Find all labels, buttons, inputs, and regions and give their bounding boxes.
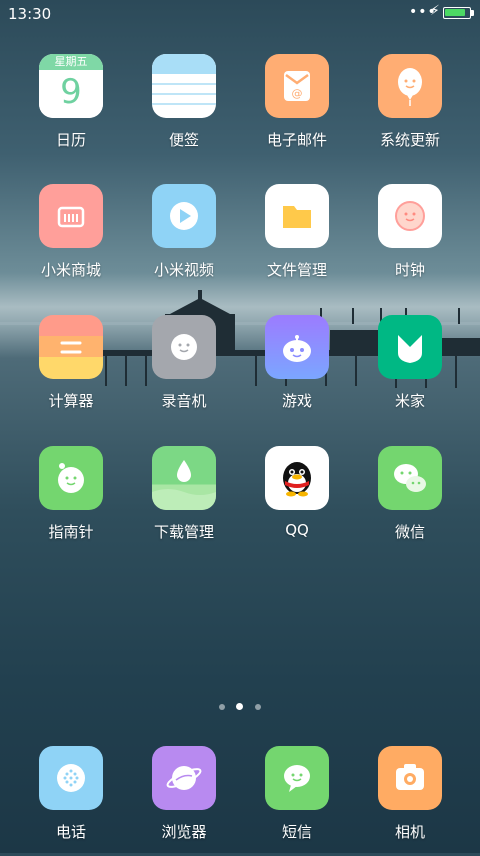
app-notes[interactable]: 便签 [134,54,234,164]
status-time: 13:30 [8,5,52,23]
dock-phone[interactable]: 电话 [21,746,121,856]
download-manager-icon [152,446,216,510]
app-games[interactable]: 游戏 [247,315,347,425]
app-qq[interactable]: QQ [247,446,347,556]
email-icon: @ [265,54,329,118]
dock-messages[interactable]: 短信 [247,746,347,856]
status-bar: 13:30 ••• ⚡ [0,0,480,28]
phone-icon [39,746,103,810]
app-mi-video[interactable]: 小米视频 [134,184,234,294]
app-file-manager[interactable]: 文件管理 [247,184,347,294]
system-update-icon [378,54,442,118]
clock-icon [378,184,442,248]
battery-icon [443,7,471,19]
mi-video-icon [152,184,216,248]
wechat-icon [378,446,442,510]
page-dot-3[interactable] [255,704,261,710]
app-label: 小米视频 [153,261,214,279]
app-label: 短信 [281,823,312,841]
app-calculator[interactable]: 计算器 [21,315,121,425]
dock-browser[interactable]: 浏览器 [134,746,234,856]
app-label: 便签 [168,131,199,149]
app-label: 相机 [394,823,425,841]
qq-icon [265,446,329,510]
app-calendar[interactable]: 星期五 9 日历 [21,54,121,164]
notes-icon [152,54,216,118]
calculator-icon [39,315,103,379]
app-mi-store[interactable]: 小米商城 [21,184,121,294]
app-compass[interactable]: 指南针 [21,446,121,556]
mijia-icon [378,315,442,379]
app-label: 系统更新 [379,131,440,149]
app-recorder[interactable]: 录音机 [134,315,234,425]
page-dot-1[interactable] [219,704,225,710]
app-label: 日历 [55,131,86,149]
app-wechat[interactable]: 微信 [360,446,460,556]
calendar-day: 9 [39,70,103,118]
app-system-update[interactable]: 系统更新 [360,54,460,164]
svg-text:@: @ [292,87,303,100]
compass-icon [39,446,103,510]
dock-camera[interactable]: 相机 [360,746,460,856]
app-label: 微信 [394,523,425,541]
app-download-manager[interactable]: 下载管理 [134,446,234,556]
app-label: 电话 [55,823,86,841]
app-clock[interactable]: 时钟 [360,184,460,294]
app-label: 小米商城 [40,261,101,279]
app-label: 电子邮件 [266,131,327,149]
browser-icon [152,746,216,810]
calendar-weekday: 星期五 [39,54,103,70]
app-label: QQ [285,521,309,539]
app-email[interactable]: @ 电子邮件 [247,54,347,164]
battery-level [445,9,465,16]
camera-icon [378,746,442,810]
app-label: 文件管理 [266,261,327,279]
app-label: 指南针 [48,523,94,541]
page-dot-2[interactable] [236,703,243,710]
app-label: 计算器 [48,392,94,410]
messages-icon [265,746,329,810]
file-manager-icon [265,184,329,248]
charging-icon: ⚡ [430,3,440,19]
app-mijia[interactable]: 米家 [360,315,460,425]
games-icon [265,315,329,379]
mi-store-icon [39,184,103,248]
calendar-icon: 星期五 9 [39,54,103,118]
page-indicator [0,702,480,712]
app-label: 浏览器 [161,823,207,841]
app-label: 米家 [394,392,425,410]
battery-tip [471,10,474,16]
app-label: 下载管理 [153,523,214,541]
recorder-icon [152,315,216,379]
app-label: 录音机 [161,392,207,410]
app-label: 时钟 [394,261,425,279]
app-label: 游戏 [281,392,312,410]
